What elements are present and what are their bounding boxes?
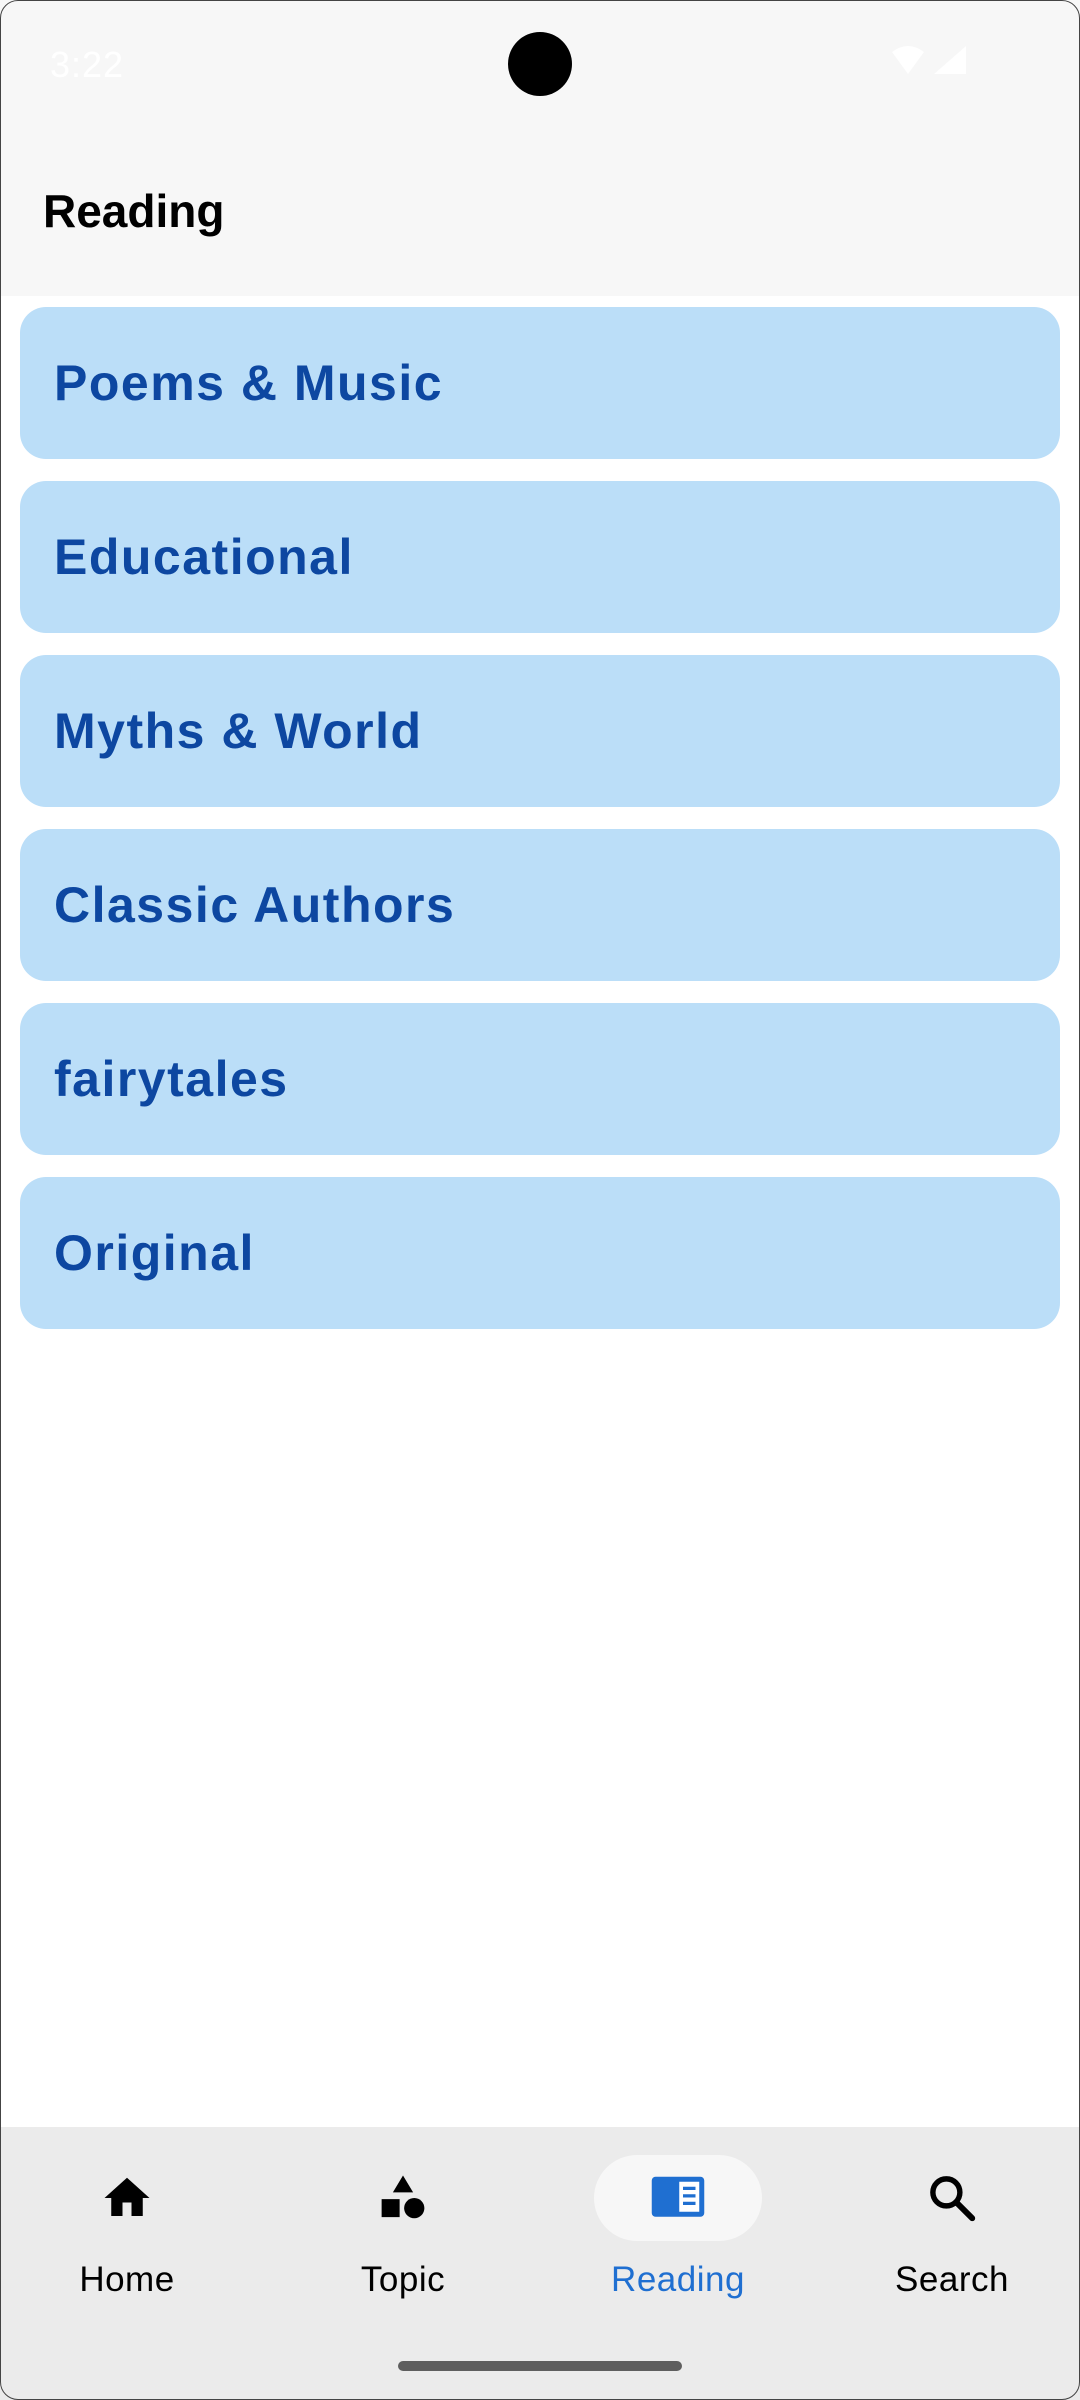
nav-item-search[interactable]: Search [852, 2155, 1052, 2305]
nav-item-home[interactable]: Home [27, 2155, 227, 2305]
nav-icon-container [594, 2155, 762, 2241]
category-list: Poems & Music Educational Myths & World … [20, 307, 1060, 1351]
category-item-classic-authors[interactable]: Classic Authors [20, 829, 1060, 981]
nav-label-home: Home [79, 2260, 175, 2299]
nav-label-reading: Reading [611, 2260, 745, 2299]
category-label: Classic Authors [54, 877, 456, 933]
page-title: Reading [43, 185, 225, 237]
cellular-signal-icon [934, 46, 966, 74]
status-icons [890, 44, 970, 84]
nav-label-topic: Topic [360, 2260, 446, 2299]
wifi-icon [892, 46, 924, 74]
category-item-original[interactable]: Original [20, 1177, 1060, 1329]
status-time: 3:22 [50, 44, 125, 85]
screen: 3:22 Reading Poems & Music Educational M… [0, 0, 1080, 2400]
bottom-navigation: Home Topic Reading Search [0, 2127, 1080, 2400]
camera-cutout [508, 32, 572, 96]
shapes-icon [381, 2175, 425, 2219]
category-item-myths-world[interactable]: Myths & World [20, 655, 1060, 807]
category-item-fairytales[interactable]: fairytales [20, 1003, 1060, 1155]
nav-item-reading[interactable]: Reading [578, 2155, 778, 2305]
category-item-poems-music[interactable]: Poems & Music [20, 307, 1060, 459]
nav-icon-container [319, 2155, 487, 2241]
category-label: Educational [54, 529, 354, 585]
home-icon [104, 2177, 150, 2216]
category-label: Original [54, 1225, 255, 1281]
gesture-navigation-bar[interactable] [398, 2361, 682, 2371]
category-label: Myths & World [54, 703, 423, 759]
nav-item-topic[interactable]: Topic [303, 2155, 503, 2305]
nav-label-search: Search [895, 2260, 1009, 2299]
nav-icon-container [868, 2155, 1036, 2241]
category-label: Poems & Music [54, 355, 444, 411]
nav-icon-container [43, 2155, 211, 2241]
top-app-area: 3:22 Reading [0, 0, 1080, 296]
category-label: fairytales [54, 1051, 289, 1107]
search-icon [930, 2176, 976, 2222]
chrome-reader-icon [651, 2176, 705, 2217]
category-item-educational[interactable]: Educational [20, 481, 1060, 633]
